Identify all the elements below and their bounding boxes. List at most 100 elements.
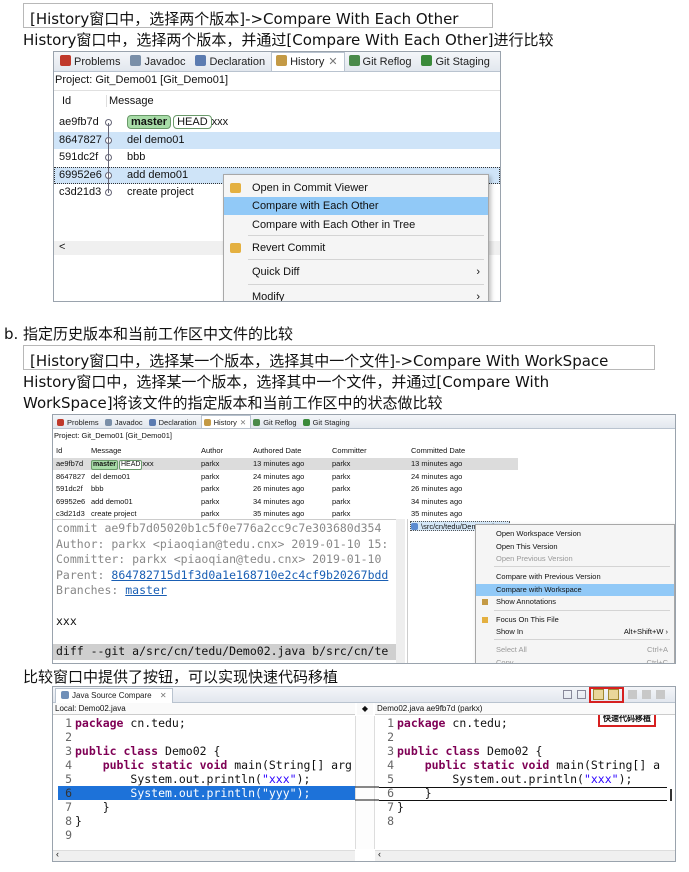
parent-link[interactable]: 864782715d1f3d0a1e168710e2c4cf9b20267bdd [111,568,388,582]
menu-item-compare-with-each-other[interactable]: Compare with Each Other [224,197,488,215]
left-code-pane[interactable]: 1 package cn.tedu; 2 3 public class Demo02 {… [53,716,355,849]
menu-shortcut: Ctrl+C [646,658,668,664]
code-box-1: [History窗口中，选择两个版本]->Compare With Each O… [23,3,493,28]
branch-badge: master [127,115,172,129]
tab-git-reflog[interactable]: Git Reflog [251,416,300,428]
code-tail: ); [296,786,311,800]
tab-declaration[interactable]: Declaration [191,53,271,71]
cell-text: parkx [332,509,351,518]
menu-item-compare-with-previous-version[interactable]: Compare with Previous Version [476,571,674,583]
toolbar-icon-2[interactable] [577,690,586,699]
menu-item-show-in[interactable]: Show In Alt+Shift+W › [476,626,674,638]
menu-item-quick-diff[interactable]: Quick Diff › [224,263,488,281]
column-header-id[interactable]: Id [56,445,62,456]
history-row[interactable]: 591dc2f bbb parkx 26 minutes ago parkx 26 min… [53,483,518,495]
tab-close-icon[interactable]: ✕ [328,56,337,68]
line-number: 3 [65,744,72,758]
history-row[interactable]: ae9fb7d master HEAD xxx parkx 13 minutes ago p… [53,458,518,470]
cell-author: parkx [201,458,219,470]
code-text: main(String[] a [549,758,661,772]
tab-javadoc[interactable]: Javadoc [126,53,191,71]
column-header-message[interactable]: Message [106,95,154,107]
left-h-scrollbar[interactable]: ‹ [53,849,355,861]
tab-close-icon[interactable]: ✕ [240,418,246,427]
column-header-authored-date[interactable]: Authored Date [253,445,301,456]
cell-text: parkx [201,509,220,518]
menu-item-modify[interactable]: Modify › [224,288,488,301]
tab-problems[interactable]: Problems [56,53,126,71]
tab-history[interactable]: History ✕ [271,52,345,71]
description-3: 比较窗口中提供了按钮，可以实现快速代码移植 [23,668,339,686]
cell-text: add demo01 [91,496,133,506]
menu-item-focus-on-this-file[interactable]: Focus On This File [476,614,674,626]
cell-cdate: 24 minutes ago [411,471,462,483]
details-scrollbar[interactable] [396,519,405,663]
scroll-left-icon[interactable]: < [59,241,65,253]
history-row[interactable]: 8647827 del demo01 [54,131,500,149]
commit-line: commit ae9fb7d05020b1c5f0e776a2cc9c7e303… [56,521,382,535]
commit-id: 69952e6 [59,168,102,181]
cell-message: bbb [91,483,104,495]
branches-link[interactable]: master [125,583,167,597]
tab-close-icon[interactable]: ✕ [160,691,167,700]
cell-committer: parkx [332,471,350,483]
branches-label: Branches: [56,583,126,597]
code-line: 4 public static void main(String[] arg [62,758,355,772]
tab-problems[interactable]: Problems [55,416,103,428]
tab-declaration[interactable]: Declaration [147,416,201,428]
menu-item-revert-commit[interactable]: Revert Commit [224,239,488,257]
code-tail: ); [296,772,311,786]
button-highlight-frame [589,687,624,703]
column-header-id[interactable]: Id [62,95,71,107]
menu-item-compare-with-each-other-in-tree[interactable]: Compare with Each Other in Tree [224,216,488,234]
history-row[interactable]: 8647827 del demo01 parkx 24 minutes ago park… [53,471,518,483]
cell-text: parkx [201,496,220,506]
toolbar-icon-1[interactable] [563,690,572,699]
history-row[interactable]: 69952e6 add demo01 parkx 34 minutes ago park… [53,496,518,508]
right-h-scrollbar[interactable]: ‹ [375,849,675,861]
next-difference-icon[interactable] [628,690,637,699]
code-tail: ); [618,772,633,786]
left-scroll-left-icon[interactable]: ‹ [56,849,59,859]
menu-item-open-workspace-version[interactable]: Open Workspace Version [476,528,674,540]
commit-message: master HEAD xxx [127,114,228,131]
focus-icon [482,617,488,623]
tab-javadoc[interactable]: Javadoc [103,416,147,428]
tab-git-staging[interactable]: Git Staging [417,53,495,71]
tab-label: Javadoc [114,418,143,427]
line-number: 4 [387,758,394,772]
tab-git-staging[interactable]: Git Staging [301,416,354,428]
code-line: 8 [384,814,663,828]
pane-sync-icon[interactable]: ◆ [357,703,373,715]
right-code-pane[interactable]: 1 package cn.tedu; 2 3 public class Demo02 {… [375,716,663,849]
tab-history[interactable]: History ✕ [200,415,252,428]
history-row[interactable]: ae9fb7d master HEAD xxx [54,114,500,131]
prev-difference-icon[interactable] [642,690,651,699]
compare-icon [61,691,69,699]
cell-cdate: 13 minutes ago [411,458,462,470]
history-row[interactable]: 591dc2f bbb [54,149,500,166]
sync-icon: ◆ [361,704,369,713]
menu-item-open-this-version[interactable]: Open This Version [476,541,674,553]
column-header-message[interactable]: Message [91,445,121,456]
next-change-icon[interactable] [656,690,665,699]
column-header-committer[interactable]: Committer [332,445,367,456]
menu-item-open-in-commit-viewer[interactable]: Open in Commit Viewer [224,179,488,197]
column-header-committed-date[interactable]: Committed Date [411,445,465,456]
commit-message: xxx [56,613,77,628]
cell-text: 26 minutes ago [253,484,305,493]
git-staging-icon [421,55,433,66]
cell-author: parkx [201,483,219,495]
tab-java-source-compare[interactable]: Java Source Compare ✕ [55,688,173,703]
tab-git-reflog[interactable]: Git Reflog [345,53,418,71]
right-scroll-left-icon[interactable]: ‹ [378,849,381,859]
menu-item-compare-with-workspace[interactable]: Compare with Workspace [476,584,674,596]
menu-item-show-annotations[interactable]: Show Annotations [476,596,674,608]
left-pane-title: Local: Demo02.java [53,703,355,715]
code-line: 1 package cn.tedu; [384,716,663,730]
commit-message: bbb [127,149,145,166]
menu-item-label: Show Annotations [496,597,557,606]
column-header-author[interactable]: Author [201,445,223,456]
